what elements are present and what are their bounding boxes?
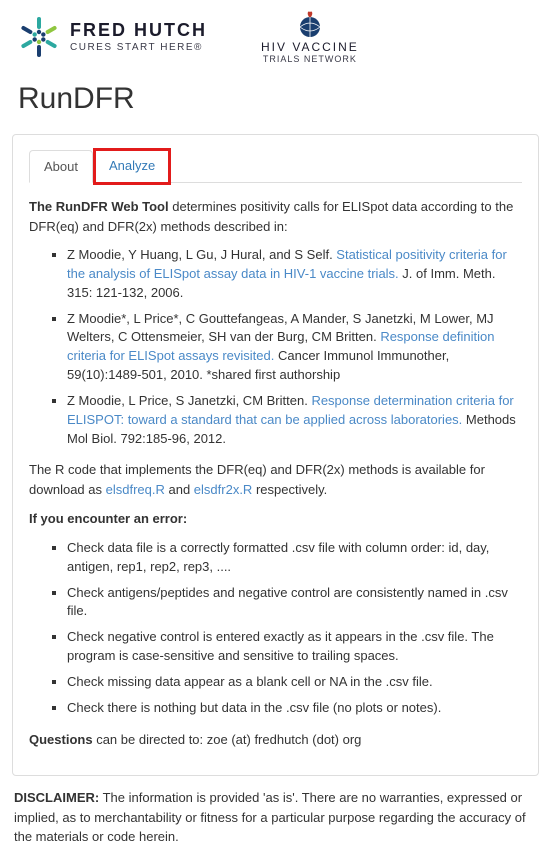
tab-about[interactable]: About — [29, 150, 93, 183]
error-list: Check data file is a correctly formatted… — [29, 539, 522, 718]
intro-strong: The RunDFR Web Tool — [29, 199, 169, 214]
tabs: About Analyze — [29, 149, 522, 183]
hvtn-logo: HIV VACCINE TRIALS NETWORK — [261, 10, 359, 64]
questions-paragraph: Questions can be directed to: zoe (at) f… — [29, 730, 522, 750]
rcode-paragraph: The R code that implements the DFR(eq) a… — [29, 460, 522, 499]
ref-pre: Z Moodie, L Price, S Janetzki, CM Britte… — [67, 393, 311, 408]
error-heading: If you encounter an error: — [29, 509, 522, 529]
content-panel: About Analyze The RunDFR Web Tool determ… — [12, 134, 539, 776]
hvtn-line2: TRIALS NETWORK — [263, 54, 357, 64]
questions-strong: Questions — [29, 732, 93, 747]
hvtn-globe-icon — [295, 10, 325, 38]
hvtn-line1: HIV VACCINE — [261, 40, 359, 54]
header-bar: FRED HUTCH CURES START HERE® HIV VACCINE… — [0, 0, 551, 72]
fredhutch-mark-icon — [16, 14, 62, 60]
intro-paragraph: The RunDFR Web Tool determines positivit… — [29, 197, 522, 236]
reference-item: Z Moodie, Y Huang, L Gu, J Hural, and S … — [67, 246, 522, 303]
error-item: Check antigens/peptides and negative con… — [67, 584, 522, 622]
rcode-link-1[interactable]: elsdfreq.R — [106, 482, 165, 497]
rcode-post: respectively. — [252, 482, 327, 497]
questions-rest: can be directed to: zoe (at) fredhutch (… — [93, 732, 362, 747]
error-heading-text: If you encounter an error: — [29, 511, 187, 526]
reference-item: Z Moodie*, L Price*, C Gouttefangeas, A … — [67, 310, 522, 385]
tab-analyze[interactable]: Analyze — [95, 150, 169, 183]
disclaimer: DISCLAIMER: The information is provided … — [14, 788, 537, 847]
error-item: Check negative control is entered exactl… — [67, 628, 522, 666]
reference-item: Z Moodie, L Price, S Janetzki, CM Britte… — [67, 392, 522, 449]
references-list: Z Moodie, Y Huang, L Gu, J Hural, and S … — [29, 246, 522, 448]
ref-pre: Z Moodie, Y Huang, L Gu, J Hural, and S … — [67, 247, 336, 262]
fredhutch-title: FRED HUTCH — [70, 21, 207, 40]
fredhutch-subtitle: CURES START HERE® — [70, 42, 207, 53]
error-item: Check data file is a correctly formatted… — [67, 539, 522, 577]
rcode-link-2[interactable]: elsdfr2x.R — [194, 482, 253, 497]
rcode-mid: and — [165, 482, 194, 497]
error-item: Check missing data appear as a blank cel… — [67, 673, 522, 692]
disclaimer-strong: DISCLAIMER: — [14, 790, 99, 805]
error-item: Check there is nothing but data in the .… — [67, 699, 522, 718]
fredhutch-logo: FRED HUTCH CURES START HERE® — [16, 14, 207, 60]
page-title: RunDFR — [18, 82, 551, 116]
